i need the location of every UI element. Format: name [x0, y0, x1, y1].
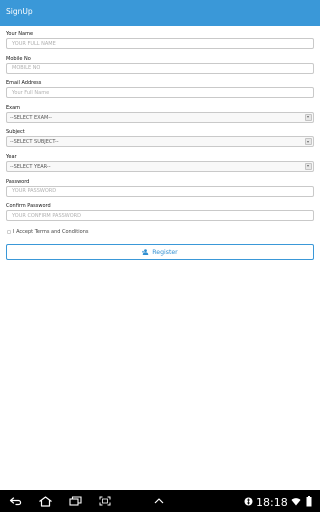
- confirm-password-label: Confirm Password: [6, 203, 51, 210]
- year-select-value: --SELECT YEAR--: [10, 163, 51, 170]
- name-input[interactable]: [6, 38, 314, 49]
- usb-debug-icon: [243, 495, 253, 507]
- exam-select[interactable]: --SELECT EXAM--: [6, 111, 314, 123]
- page-title: SignUp: [6, 7, 33, 16]
- back-icon[interactable]: [8, 494, 24, 508]
- terms-checkbox[interactable]: [7, 230, 11, 234]
- register-label: Register: [152, 249, 178, 256]
- email-field-group: Email Address: [6, 80, 314, 105]
- confirm-password-input[interactable]: [6, 210, 314, 222]
- year-field-group: Year --SELECT YEAR--: [6, 154, 314, 179]
- app-bar: SignUp: [0, 0, 320, 26]
- recent-apps-icon[interactable]: [67, 494, 83, 508]
- email-input[interactable]: [6, 87, 314, 99]
- email-label: Email Address: [6, 80, 42, 87]
- system-nav-bar: 18:18: [0, 490, 320, 512]
- dropdown-arrow-icon: [305, 162, 312, 170]
- status-time: 18:18: [256, 496, 288, 509]
- name-field-group: Your Name: [6, 31, 314, 56]
- exam-field-group: Exam --SELECT EXAM--: [6, 105, 314, 130]
- dropdown-arrow-icon: [305, 113, 312, 121]
- screenshot-icon[interactable]: [97, 494, 113, 508]
- exam-select-value: --SELECT EXAM--: [10, 114, 52, 121]
- terms-label: I Accept Terms and Conditions: [13, 229, 89, 235]
- exam-label: Exam: [6, 104, 21, 111]
- wifi-icon: [291, 495, 301, 507]
- year-label: Year: [6, 153, 17, 160]
- battery-icon: [304, 495, 314, 507]
- menu-up-icon[interactable]: [151, 494, 167, 508]
- user-add-icon: [142, 249, 149, 255]
- confirm-password-field-group: Confirm Password: [6, 203, 314, 228]
- subject-select-value: --SELECT SUBJECT--: [10, 139, 59, 146]
- subject-select[interactable]: --SELECT SUBJECT--: [6, 136, 314, 148]
- name-label: Your Name: [6, 31, 34, 37]
- register-button[interactable]: Register: [6, 244, 314, 260]
- password-field-group: Password: [6, 179, 314, 204]
- subject-field-group: Subject --SELECT SUBJECT--: [6, 129, 314, 154]
- home-icon[interactable]: [37, 494, 53, 508]
- password-label: Password: [6, 178, 30, 185]
- signup-form: Your Name Mobile No Email Address Exam -…: [6, 31, 314, 228]
- dropdown-arrow-icon: [305, 138, 312, 146]
- mobile-input[interactable]: [6, 62, 314, 74]
- mobile-field-group: Mobile No: [6, 56, 314, 81]
- year-select[interactable]: --SELECT YEAR--: [6, 160, 314, 172]
- register-button-content: Register: [7, 249, 313, 256]
- terms-checkbox-row[interactable]: I Accept Terms and Conditions: [6, 229, 126, 237]
- mobile-label: Mobile No: [6, 55, 31, 62]
- subject-label: Subject: [6, 129, 25, 136]
- password-input[interactable]: [6, 185, 314, 197]
